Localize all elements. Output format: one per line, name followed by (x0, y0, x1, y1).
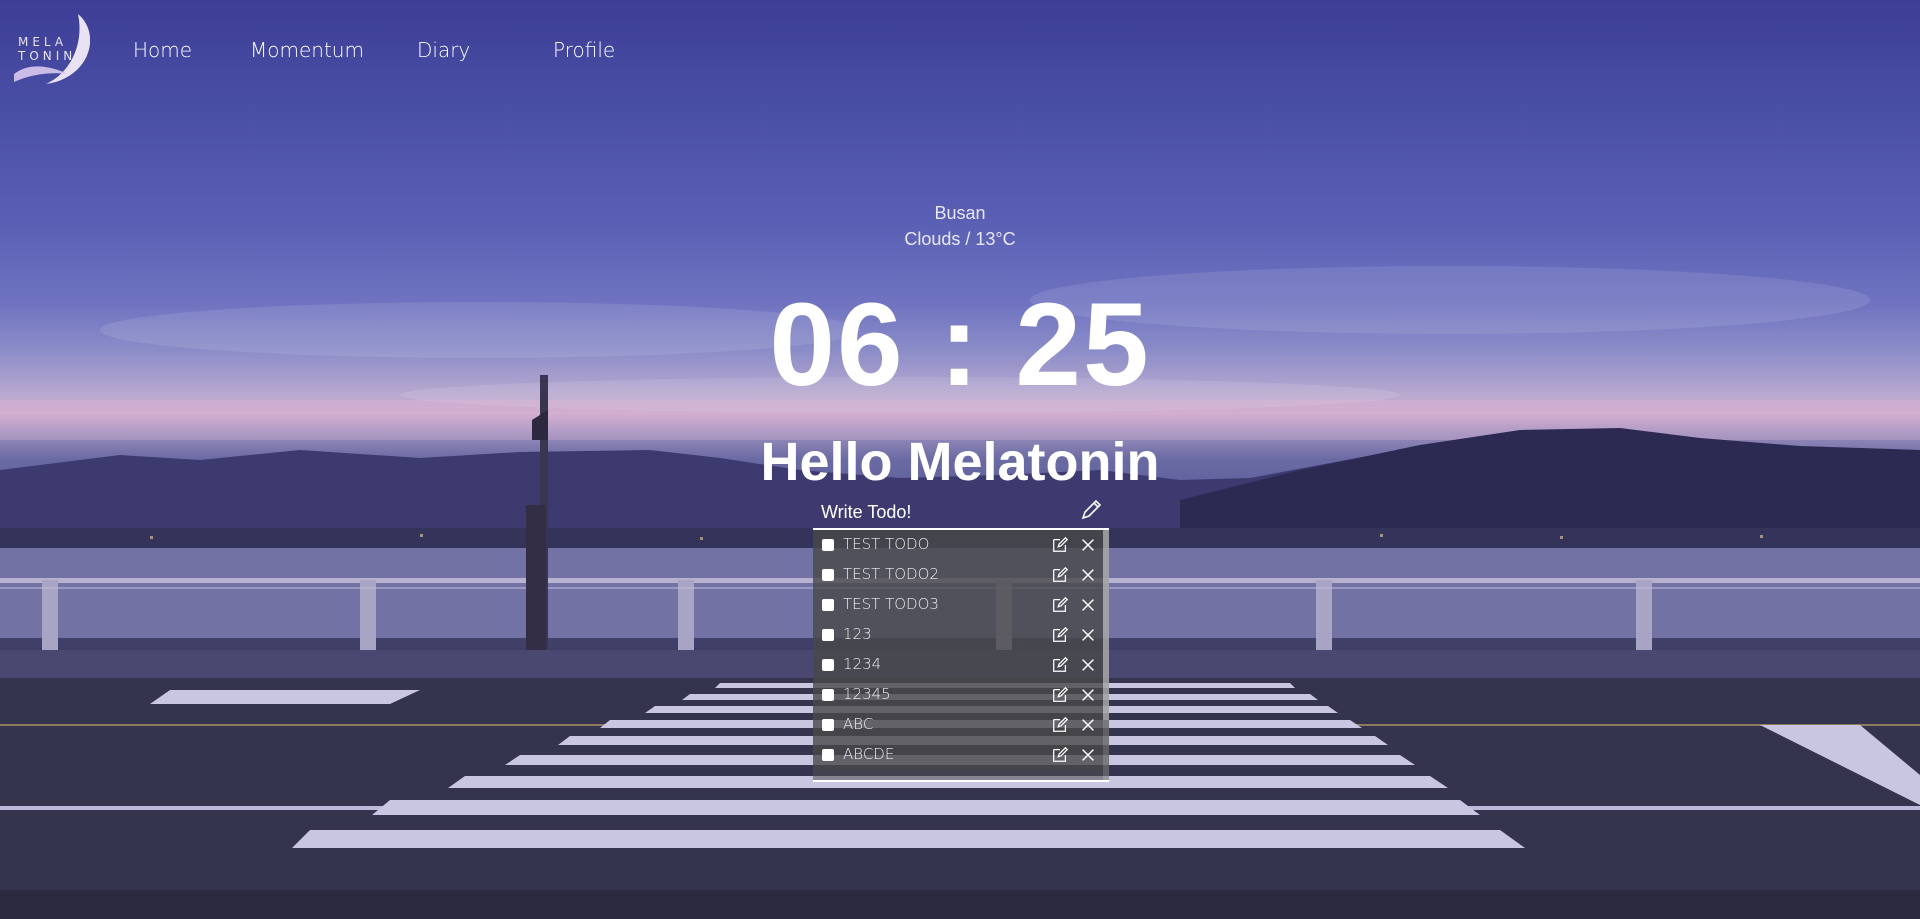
close-icon[interactable] (1079, 536, 1097, 554)
pencil-icon[interactable] (1079, 498, 1103, 522)
logo-moon-icon: MELA TONIN (14, 14, 91, 84)
todo-text: TEST TODO (843, 535, 930, 553)
todo-item: ABCDE (813, 740, 1109, 770)
weather-city: Busan (934, 203, 986, 223)
edit-icon[interactable] (1051, 716, 1069, 734)
todo-checkbox[interactable] (822, 539, 834, 551)
nav-profile[interactable]: Profile (553, 38, 615, 62)
close-icon[interactable] (1079, 686, 1097, 704)
todo-item: TEST TODO2 (813, 560, 1109, 590)
edit-icon[interactable] (1051, 596, 1069, 614)
nav-momentum[interactable]: Momentum (250, 38, 364, 62)
todo-text: ABC (843, 715, 874, 733)
todo-list[interactable]: TEST TODO TEST TODO2 TEST TODO3 123 1234… (813, 530, 1109, 782)
edit-icon[interactable] (1051, 686, 1069, 704)
todo-text: 123 (843, 625, 872, 643)
todo-checkbox[interactable] (822, 749, 834, 761)
greeting: Hello Melatonin (760, 432, 1160, 492)
edit-icon[interactable] (1051, 746, 1069, 764)
edit-icon[interactable] (1051, 626, 1069, 644)
weather-widget: Busan Clouds / 13°C (760, 200, 1160, 252)
logo[interactable]: MELA TONIN (10, 12, 91, 86)
todo-item: TEST TODO (813, 530, 1109, 560)
todo-checkbox[interactable] (822, 659, 834, 671)
todo-text: TEST TODO3 (843, 595, 939, 613)
close-icon[interactable] (1079, 656, 1097, 674)
todo-item: 12345 (813, 680, 1109, 710)
todo-item: 123 (813, 620, 1109, 650)
todo-item: ABC (813, 710, 1109, 740)
todo-text: 12345 (843, 685, 891, 703)
nav-home[interactable]: Home (133, 38, 192, 62)
todo-input[interactable] (819, 498, 1073, 526)
close-icon[interactable] (1079, 596, 1097, 614)
logo-text-top: MELA (18, 35, 67, 49)
todo-widget: TEST TODO TEST TODO2 TEST TODO3 (813, 494, 1109, 782)
todo-item: 1234 (813, 650, 1109, 680)
todo-checkbox[interactable] (822, 599, 834, 611)
todo-checkbox[interactable] (822, 629, 834, 641)
logo-text-bottom: TONIN (17, 49, 76, 63)
close-icon[interactable] (1079, 566, 1097, 584)
nav-diary[interactable]: Diary (417, 38, 470, 62)
close-icon[interactable] (1079, 746, 1097, 764)
edit-icon[interactable] (1051, 656, 1069, 674)
todo-scrollbar-thumb[interactable] (1103, 530, 1109, 720)
clock: 06 : 25 (769, 279, 1151, 411)
edit-icon[interactable] (1051, 536, 1069, 554)
todo-item: TEST TODO3 (813, 590, 1109, 620)
todo-text: ABCDE (843, 745, 895, 763)
todo-checkbox[interactable] (822, 689, 834, 701)
todo-checkbox[interactable] (822, 719, 834, 731)
todo-scrollbar[interactable] (1103, 530, 1109, 780)
momentum-page: MELA TONIN Home Momentum Diary Profile B… (0, 0, 1920, 919)
todo-form (813, 494, 1109, 530)
close-icon[interactable] (1079, 716, 1097, 734)
weather-condition: Clouds / 13°C (904, 229, 1016, 249)
todo-text: TEST TODO2 (843, 565, 939, 583)
todo-checkbox[interactable] (822, 569, 834, 581)
todo-text: 1234 (843, 655, 882, 673)
close-icon[interactable] (1079, 626, 1097, 644)
edit-icon[interactable] (1051, 566, 1069, 584)
